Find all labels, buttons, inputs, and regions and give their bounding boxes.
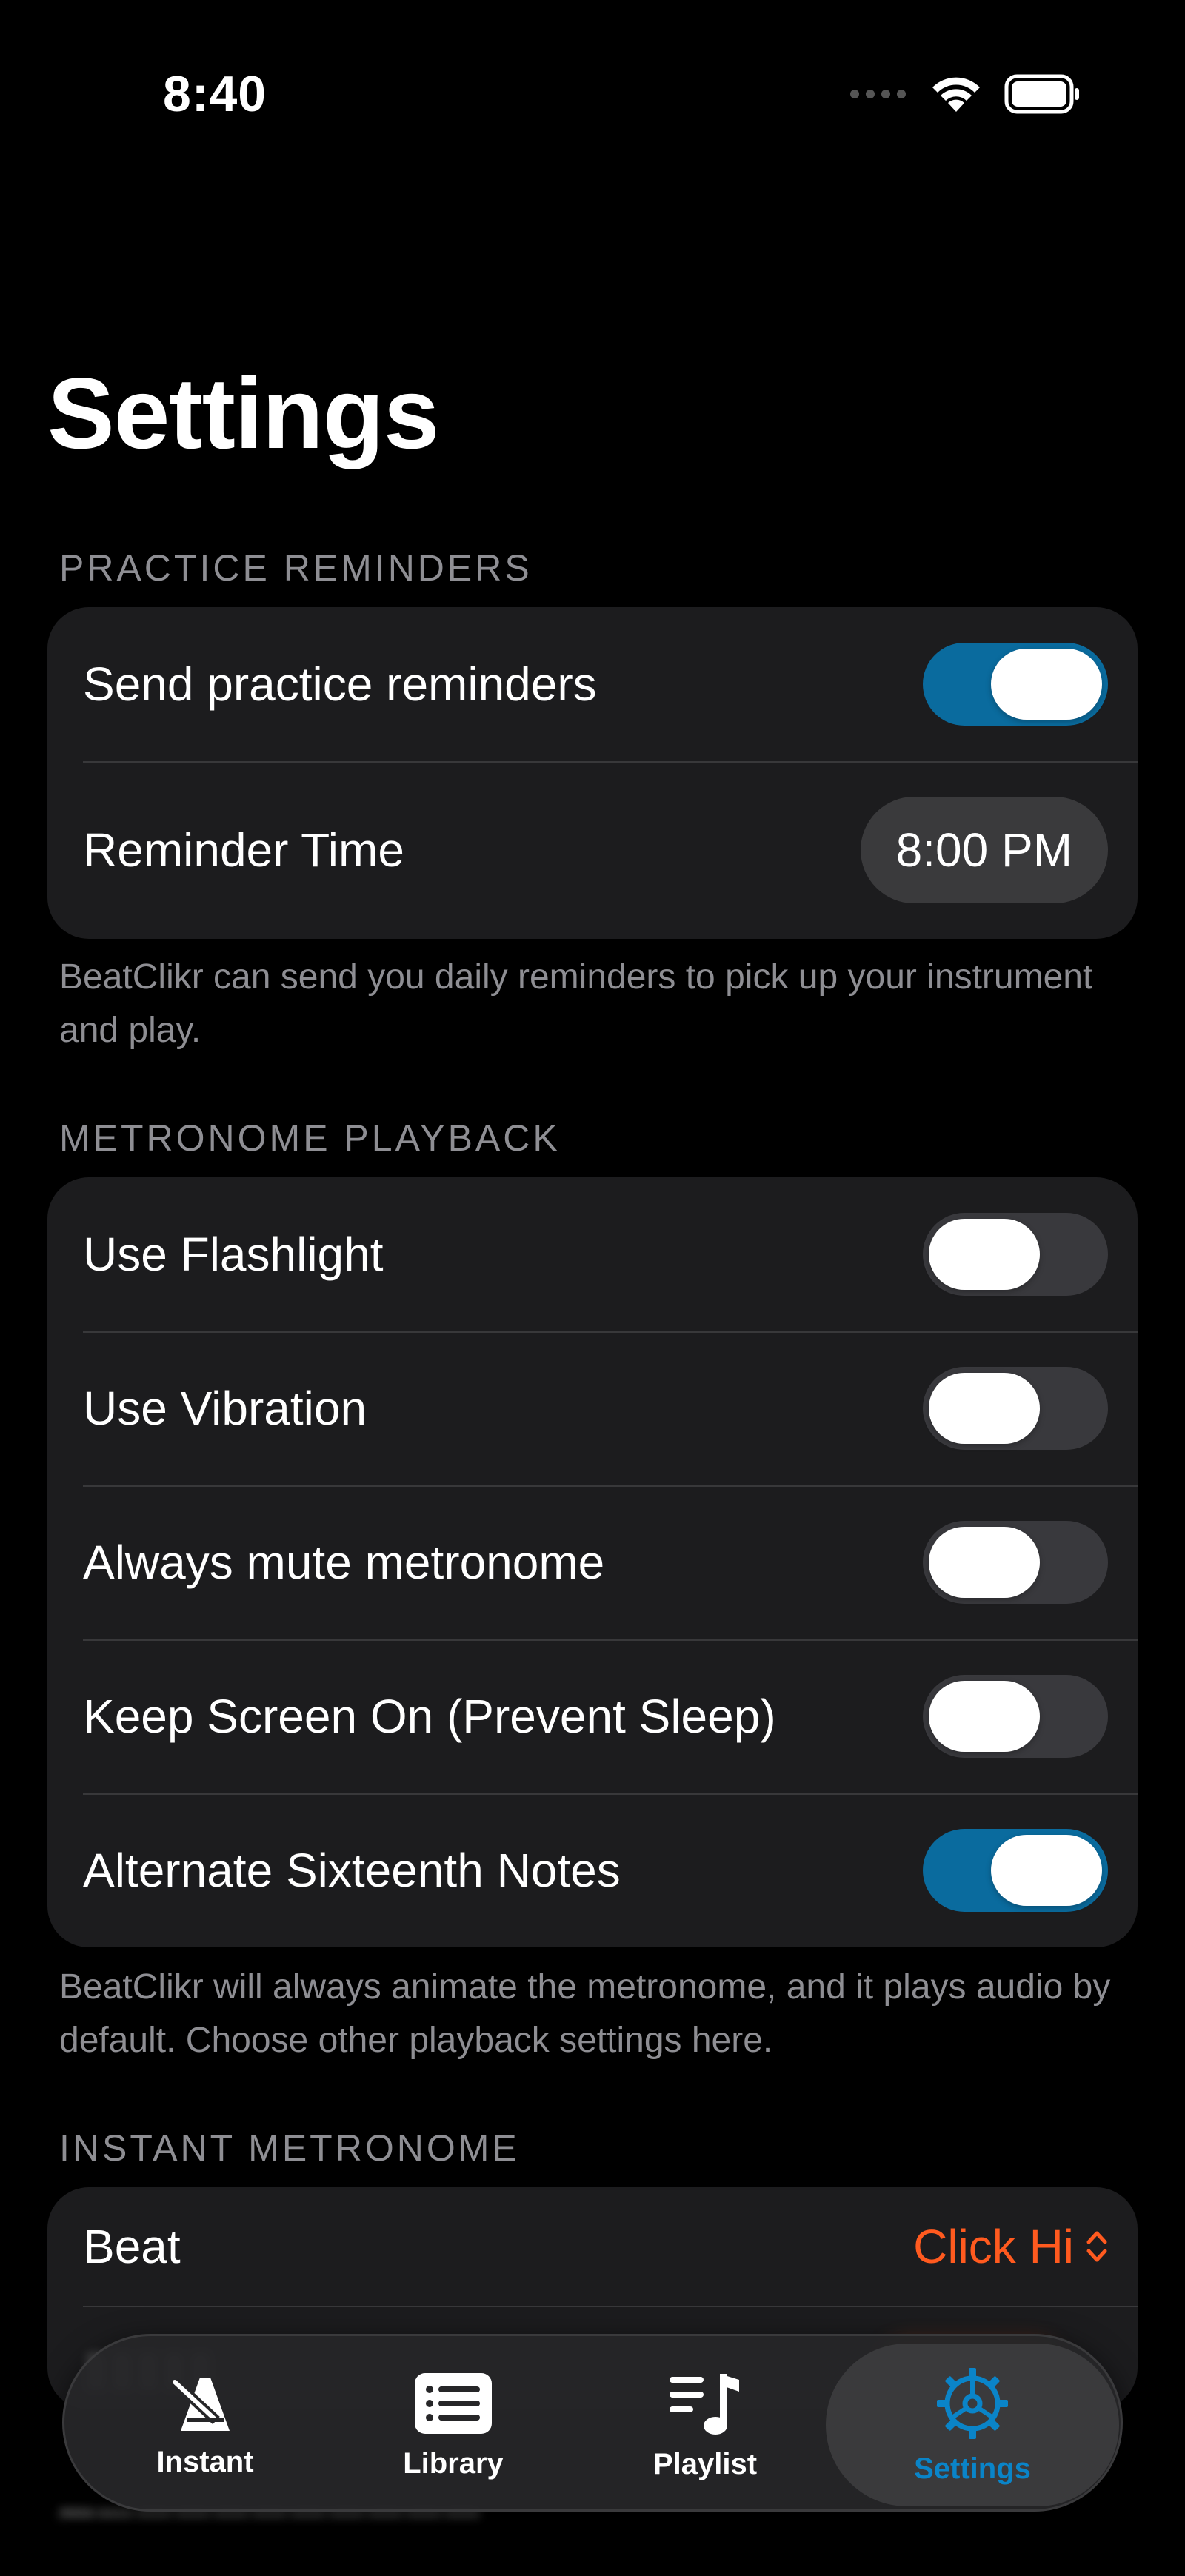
mute-row: Always mute metronome xyxy=(47,1485,1138,1639)
send-reminders-toggle[interactable] xyxy=(923,643,1108,726)
vibration-toggle[interactable] xyxy=(923,1367,1108,1450)
sixteenth-row: Alternate Sixteenth Notes xyxy=(47,1793,1138,1947)
toggle-knob xyxy=(991,1835,1102,1906)
beat-value: Click Hi xyxy=(913,2220,1074,2273)
flashlight-row: Use Flashlight xyxy=(47,1177,1138,1331)
list-icon xyxy=(415,2372,492,2434)
gear-icon xyxy=(937,2367,1008,2439)
toggle-knob xyxy=(929,1219,1040,1290)
sixteenth-toggle[interactable] xyxy=(923,1829,1108,1912)
vibration-label: Use Vibration xyxy=(83,1382,367,1435)
tab-bar: Instant Library Playlist Settings xyxy=(62,2334,1123,2512)
flashlight-label: Use Flashlight xyxy=(83,1228,384,1281)
section-header-reminders: PRACTICE REMINDERS xyxy=(59,547,533,589)
playback-group: Use Flashlight Use Vibration Always mute… xyxy=(47,1177,1138,1947)
status-bar: 8:40 xyxy=(0,0,1185,148)
tab-library[interactable]: Library xyxy=(342,2336,564,2514)
reminder-time-row: Reminder Time 8:00 PM xyxy=(47,761,1138,939)
signal-dots-icon xyxy=(850,90,906,98)
battery-icon xyxy=(1004,74,1079,114)
mute-toggle[interactable] xyxy=(923,1521,1108,1604)
music-list-icon xyxy=(670,2373,739,2435)
toggle-knob xyxy=(929,1527,1040,1598)
beat-label: Beat xyxy=(83,2220,181,2273)
send-reminders-row: Send practice reminders xyxy=(47,607,1138,761)
toggle-knob xyxy=(929,1681,1040,1752)
toggle-knob xyxy=(991,649,1102,720)
section-header-instant: INSTANT METRONOME xyxy=(59,2127,520,2169)
status-time: 8:40 xyxy=(163,66,267,122)
playback-footer: BeatClikr will always animate the metron… xyxy=(59,1967,1111,2060)
metronome-icon xyxy=(171,2377,230,2431)
section-header-playback: METRONOME PLAYBACK xyxy=(59,1117,561,1159)
reminder-time-picker[interactable]: 8:00 PM xyxy=(860,797,1108,903)
chevron-up-down-icon xyxy=(1086,2231,1107,2262)
flashlight-toggle[interactable] xyxy=(923,1213,1108,1296)
wifi-icon xyxy=(932,77,980,112)
tab-settings-label: Settings xyxy=(914,2452,1031,2485)
reminders-footer: BeatClikr can send you daily reminders t… xyxy=(59,957,1093,1050)
tab-playlist-label: Playlist xyxy=(652,2447,758,2480)
tab-settings[interactable]: Settings xyxy=(826,2344,1119,2506)
tab-library-label: Library xyxy=(403,2446,504,2480)
page-title: Settings xyxy=(47,357,439,469)
tab-instant[interactable]: Instant xyxy=(94,2336,316,2514)
reminder-time-label: Reminder Time xyxy=(83,823,404,877)
beat-row[interactable]: Beat Click Hi xyxy=(47,2187,1138,2306)
status-icons xyxy=(849,74,1081,114)
send-reminders-label: Send practice reminders xyxy=(83,658,597,711)
screen-on-toggle[interactable] xyxy=(923,1675,1108,1758)
beat-picker[interactable]: Click Hi xyxy=(913,2219,1108,2274)
mute-label: Always mute metronome xyxy=(83,1536,605,1589)
reminders-group: Send practice reminders Reminder Time 8:… xyxy=(47,607,1138,939)
sixteenth-label: Alternate Sixteenth Notes xyxy=(83,1844,621,1897)
toggle-knob xyxy=(929,1373,1040,1444)
vibration-row: Use Vibration xyxy=(47,1331,1138,1485)
tab-instant-label: Instant xyxy=(156,2445,254,2478)
screen-on-row: Keep Screen On (Prevent Sleep) xyxy=(47,1639,1138,1793)
screen-on-label: Keep Screen On (Prevent Sleep) xyxy=(83,1690,776,1743)
tab-playlist[interactable]: Playlist xyxy=(594,2336,816,2514)
